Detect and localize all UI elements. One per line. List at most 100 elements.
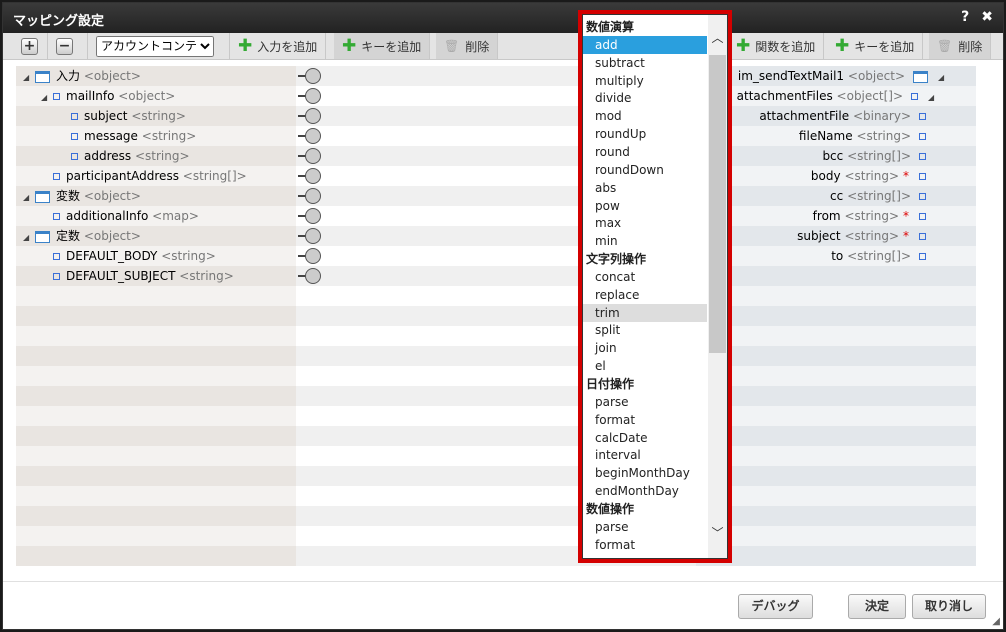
- expand-toggle-icon[interactable]: ◣: [938, 68, 950, 88]
- function-option[interactable]: subtract: [583, 54, 707, 72]
- resize-grip-icon[interactable]: ◢: [992, 616, 1000, 627]
- scroll-up-icon[interactable]: ︿: [708, 29, 727, 46]
- delete-label: 削除: [958, 39, 983, 54]
- node-name: subject: [797, 229, 841, 243]
- scrollbar[interactable]: ︿ ﹀: [708, 15, 727, 558]
- function-option[interactable]: roundDown: [583, 161, 707, 179]
- left-tree-item[interactable]: message <string>: [59, 126, 196, 146]
- ok-button[interactable]: 決定: [848, 594, 906, 619]
- add-input-button[interactable]: ✚ 入力を追加: [230, 33, 327, 59]
- function-option[interactable]: round: [583, 143, 707, 161]
- node-type: <object>: [83, 69, 141, 83]
- node-name: body: [810, 169, 841, 183]
- right-tree-item[interactable]: bcc <string[]>: [822, 146, 926, 166]
- add-key-label: キーを追加: [854, 39, 915, 54]
- function-option[interactable]: min: [583, 232, 707, 250]
- function-option[interactable]: format: [583, 536, 707, 554]
- delete-right-button[interactable]: 🗑 削除: [929, 33, 992, 59]
- field-icon: [919, 133, 926, 140]
- function-option[interactable]: multiply: [583, 72, 707, 90]
- cancel-button[interactable]: 取り消し: [912, 594, 986, 619]
- field-icon: [71, 113, 78, 120]
- function-option[interactable]: join: [583, 339, 707, 357]
- left-tree-item[interactable]: additionalInfo <map>: [41, 206, 199, 226]
- right-tree-item[interactable]: cc <string[]>: [830, 186, 926, 206]
- function-option[interactable]: concat: [583, 268, 707, 286]
- right-tree-item[interactable]: im_sendTextMail1 <object> ◣: [738, 66, 950, 86]
- right-tree-item[interactable]: from <string> *: [813, 206, 926, 226]
- connector-handle[interactable]: [298, 266, 323, 286]
- help-button[interactable]: ?: [961, 9, 969, 25]
- expand-toggle-icon[interactable]: ◢: [41, 88, 53, 108]
- function-option[interactable]: abs: [583, 179, 707, 197]
- left-tree-item[interactable]: ◢ 定数 <object>: [23, 226, 141, 246]
- function-option[interactable]: pow: [583, 197, 707, 215]
- node-type: <string>: [141, 129, 197, 143]
- collapse-all-button[interactable]: −: [48, 33, 88, 59]
- right-tree-item[interactable]: body <string> *: [811, 166, 926, 186]
- function-option[interactable]: roundUp: [583, 125, 707, 143]
- connector-handle[interactable]: [298, 126, 323, 146]
- left-tree-item[interactable]: subject <string>: [59, 106, 186, 126]
- right-tree-item[interactable]: fileName <string>: [799, 126, 926, 146]
- function-option[interactable]: el: [583, 357, 707, 375]
- field-icon: [919, 233, 926, 240]
- add-key-left-button[interactable]: ✚ キーを追加: [334, 33, 431, 59]
- add-function-button[interactable]: ✚ 関数を追加: [727, 33, 825, 59]
- right-tree-item[interactable]: attachmentFile <binary>: [759, 106, 926, 126]
- left-tree-item[interactable]: participantAddress <string[]>: [41, 166, 247, 186]
- function-option[interactable]: interval: [583, 446, 707, 464]
- right-tree-item[interactable]: attachmentFiles <object[]> ◣: [737, 86, 940, 106]
- right-tree-item[interactable]: to <string[]>: [831, 246, 926, 266]
- function-option[interactable]: endMonthDay: [583, 482, 707, 500]
- function-option[interactable]: format: [583, 411, 707, 429]
- function-option[interactable]: max: [583, 214, 707, 232]
- function-option[interactable]: beginMonthDay: [583, 464, 707, 482]
- field-icon: [919, 213, 926, 220]
- connector-handle[interactable]: [298, 66, 323, 86]
- close-button[interactable]: ✖: [981, 9, 993, 25]
- expand-toggle-icon[interactable]: ◣: [928, 88, 940, 108]
- connector-handle[interactable]: [298, 166, 323, 186]
- function-option[interactable]: add: [583, 35, 707, 54]
- connector-handle[interactable]: [298, 146, 323, 166]
- field-icon: [71, 133, 78, 140]
- function-option[interactable]: trim: [583, 303, 707, 322]
- right-row-bg: [696, 546, 976, 566]
- add-key-right-button[interactable]: ✚ キーを追加: [827, 33, 924, 59]
- connector-handle[interactable]: [298, 186, 323, 206]
- function-option[interactable]: parse: [583, 518, 707, 536]
- connector-handle[interactable]: [298, 86, 323, 106]
- node-type: <object>: [83, 189, 141, 203]
- scroll-down-icon[interactable]: ﹀: [708, 524, 727, 541]
- connector-handle[interactable]: [298, 106, 323, 126]
- plus-icon: +: [21, 37, 38, 55]
- node-type: <string>: [134, 149, 190, 163]
- connector-handle[interactable]: [298, 226, 323, 246]
- function-option[interactable]: mod: [583, 107, 707, 125]
- connector-handle[interactable]: [298, 206, 323, 226]
- expand-toggle-icon[interactable]: ◢: [23, 188, 35, 208]
- left-tree-item[interactable]: DEFAULT_SUBJECT <string>: [41, 266, 234, 286]
- connector-handle[interactable]: [298, 246, 323, 266]
- left-tree-item[interactable]: DEFAULT_BODY <string>: [41, 246, 216, 266]
- account-context-select[interactable]: アカウントコンテ: [96, 35, 214, 57]
- left-tree-item[interactable]: address <string>: [59, 146, 190, 166]
- function-option[interactable]: divide: [583, 89, 707, 107]
- left-tree-item[interactable]: ◢ 入力 <object>: [23, 66, 141, 86]
- node-type: <object[]>: [836, 89, 903, 103]
- function-option[interactable]: calcDate: [583, 429, 707, 447]
- footer-divider: [3, 581, 1003, 582]
- expand-toggle-icon[interactable]: ◢: [23, 68, 35, 88]
- expand-toggle-icon[interactable]: ◢: [23, 228, 35, 248]
- function-option[interactable]: split: [583, 321, 707, 339]
- function-option[interactable]: replace: [583, 286, 707, 304]
- expand-all-button[interactable]: +: [13, 33, 48, 59]
- left-tree-item[interactable]: ◢ mailInfo <object>: [41, 86, 175, 106]
- scrollbar-thumb[interactable]: [709, 55, 726, 353]
- debug-button[interactable]: デバッグ: [738, 594, 813, 619]
- left-tree-item[interactable]: ◢ 変数 <object>: [23, 186, 141, 206]
- delete-left-button[interactable]: 🗑 削除: [436, 33, 499, 59]
- right-tree-item[interactable]: subject <string> *: [797, 226, 926, 246]
- function-option[interactable]: parse: [583, 393, 707, 411]
